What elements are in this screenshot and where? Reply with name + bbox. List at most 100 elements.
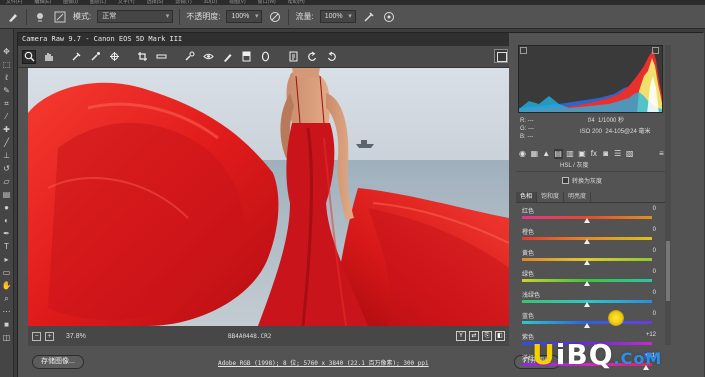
slider-thumb[interactable] (584, 218, 590, 223)
healing-tool-icon[interactable]: ✚ (2, 125, 12, 135)
pressure-opacity-icon[interactable] (268, 10, 282, 24)
before-after-toggle-button[interactable]: Y (456, 331, 466, 341)
swap-settings-button[interactable]: ⇄ (469, 331, 479, 341)
slider-thumb[interactable] (584, 281, 590, 286)
opacity-field[interactable]: 100% (226, 10, 263, 23)
slider-value-field[interactable]: 0 (653, 227, 656, 233)
stamp-tool-icon[interactable]: ⊥ (2, 151, 12, 161)
hsl-panel-icon[interactable]: ▤ (553, 149, 563, 159)
shadow-clipping-indicator[interactable] (520, 47, 527, 54)
slider-value-field[interactable]: 0 (653, 248, 656, 254)
quick-select-icon[interactable]: ✎ (2, 86, 12, 96)
graduated-filter-icon[interactable] (239, 50, 253, 64)
preferences-icon[interactable] (286, 50, 300, 64)
zoom-in-button[interactable]: + (45, 331, 54, 341)
split-toning-icon[interactable]: ▥ (566, 149, 575, 159)
straighten-icon[interactable] (154, 50, 168, 64)
fullscreen-toggle-button[interactable] (494, 49, 508, 63)
zoom-tool-icon[interactable]: ⌕ (2, 294, 12, 304)
color-swatch-icon[interactable]: ■ (2, 320, 12, 330)
rotate-cw-icon[interactable] (324, 50, 338, 64)
preview-status-bar: − + 37.8% BB4A0448.CR2 Y ⇄ ⎘ ◧ (28, 326, 509, 346)
snapshots-panel-icon[interactable]: ▧ (625, 149, 634, 159)
brush-panel-icon[interactable] (53, 10, 67, 24)
lens-info: 24-105@24 毫米 (605, 129, 651, 135)
camera-calibration-icon[interactable]: ◙ (601, 149, 610, 159)
lens-corrections-icon[interactable]: ▣ (578, 149, 587, 159)
airbrush-icon[interactable] (362, 10, 376, 24)
tab-luminance[interactable]: 明亮度 (564, 192, 592, 202)
slider-row: 蓝色 0 (518, 309, 668, 330)
slider-thumb[interactable] (584, 260, 590, 265)
history-brush-icon[interactable]: ↺ (2, 164, 12, 174)
rotate-ccw-icon[interactable] (305, 50, 319, 64)
save-image-button[interactable]: 存储图像... (32, 355, 84, 369)
tab-hue[interactable]: 色相 (516, 192, 538, 202)
scrollbar-thumb[interactable] (666, 241, 670, 301)
slider-label: 蓝色 (522, 314, 535, 320)
zoom-icon[interactable] (22, 49, 36, 64)
spot-removal-icon[interactable] (182, 50, 196, 64)
image-preview[interactable] (28, 68, 509, 326)
mode-select[interactable]: 正常 (97, 10, 174, 23)
slider-value-field[interactable]: 0 (653, 206, 656, 212)
brush-tool-icon[interactable]: ╱ (2, 138, 12, 148)
tab-saturation[interactable]: 饱和度 (537, 192, 565, 202)
slider-thumb[interactable] (584, 302, 590, 307)
preview-toggle-button[interactable]: ◧ (495, 331, 505, 341)
highlight-clipping-indicator[interactable] (652, 47, 659, 54)
pen-tool-icon[interactable]: ✒ (2, 229, 12, 239)
shape-tool-icon[interactable]: ▭ (2, 268, 12, 278)
color-sampler-icon[interactable] (88, 50, 102, 64)
photo-canvas (28, 68, 509, 326)
zoom-level[interactable]: 37.8% (66, 333, 106, 340)
adjustment-brush-icon[interactable] (220, 50, 234, 64)
slider-row: 红色 0 (518, 204, 668, 225)
slider-value-field[interactable]: 0 (653, 269, 656, 275)
zoom-out-button[interactable]: − (32, 331, 41, 341)
targeted-adjustment-icon[interactable] (107, 50, 121, 64)
brush-tool-icon[interactable] (6, 10, 20, 24)
panel-title: HSL / 灰度 (516, 162, 666, 172)
copy-settings-button[interactable]: ⎘ (482, 331, 492, 341)
flow-field[interactable]: 100% (319, 10, 356, 23)
slider-row: 绿色 0 (518, 267, 668, 288)
slider-label: 黄色 (522, 251, 535, 257)
quick-mask-icon[interactable]: ◫ (2, 333, 12, 343)
detail-panel-icon[interactable]: ▲ (542, 149, 551, 159)
presets-panel-icon[interactable]: ☰ (613, 149, 622, 159)
slider-value-field[interactable]: 0 (653, 311, 656, 317)
aperture: f/4 (588, 118, 595, 124)
eyedropper-tool-icon[interactable]: ⁄ (2, 112, 12, 122)
gradient-tool-icon[interactable]: ▤ (2, 190, 12, 200)
crop-icon[interactable] (135, 50, 149, 64)
radial-filter-icon[interactable] (258, 50, 272, 64)
more-tools-icon[interactable]: ⋯ (2, 307, 12, 317)
hand-icon[interactable] (41, 50, 55, 64)
type-tool-icon[interactable]: T (2, 242, 12, 252)
brush-preset-icon[interactable] (33, 10, 47, 24)
slider-value-field[interactable]: 0 (653, 290, 656, 296)
lasso-tool-icon[interactable]: ℓ (2, 73, 12, 83)
white-balance-icon[interactable] (69, 50, 83, 64)
slider-thumb[interactable] (584, 239, 590, 244)
dialog-title: Camera Raw 9.7 - Canon EOS 5D Mark III (18, 33, 509, 46)
dodge-tool-icon[interactable]: ◐ (2, 216, 12, 226)
panel-scrollbar[interactable] (665, 45, 671, 345)
eraser-tool-icon[interactable]: ▱ (2, 177, 12, 187)
red-eye-icon[interactable] (201, 50, 215, 64)
blur-tool-icon[interactable]: ● (2, 203, 12, 213)
effects-panel-icon[interactable]: fx (589, 149, 598, 159)
workflow-options-link[interactable]: Adobe RGB (1998); 8 位; 5760 x 3840 (22.1… (218, 358, 429, 367)
move-tool-icon[interactable]: ✥ (2, 47, 12, 57)
marquee-tool-icon[interactable]: ⬚ (2, 60, 12, 70)
pressure-size-icon[interactable] (382, 10, 396, 24)
slider-thumb[interactable] (584, 323, 590, 328)
convert-to-grayscale-toggle[interactable]: 转换为灰度 (562, 176, 602, 185)
basic-panel-icon[interactable]: ◉ (518, 149, 527, 159)
tone-curve-icon[interactable]: ▦ (530, 149, 539, 159)
crop-tool-icon[interactable]: ⌗ (2, 99, 12, 109)
grayscale-checkbox[interactable] (562, 177, 569, 184)
hand-tool-icon[interactable]: ✋ (2, 281, 12, 291)
path-select-icon[interactable]: ▸ (2, 255, 12, 265)
